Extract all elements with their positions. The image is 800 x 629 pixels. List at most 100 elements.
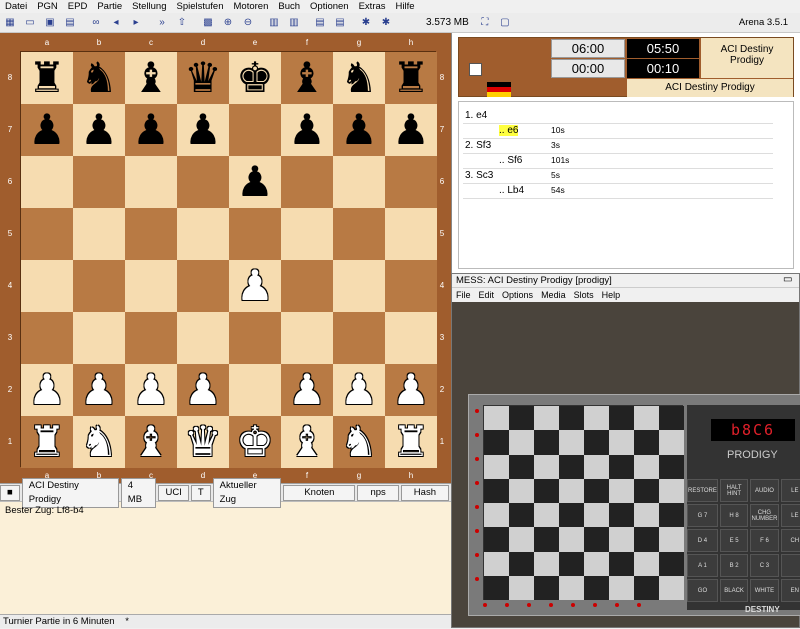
square-b7[interactable]: ♟ <box>73 104 125 156</box>
white-knight-icon[interactable]: ♞ <box>80 421 118 463</box>
move-row[interactable]: .. e6 10s <box>463 125 773 139</box>
device-square[interactable] <box>534 454 559 479</box>
device-key[interactable] <box>780 554 800 577</box>
square-h8[interactable]: ♜ <box>385 52 437 104</box>
device-square[interactable] <box>584 551 609 577</box>
square-g8[interactable]: ♞ <box>333 52 385 104</box>
device-square[interactable] <box>534 478 559 504</box>
square-e7[interactable] <box>229 104 281 156</box>
menu-pgn[interactable]: PGN <box>32 0 63 13</box>
device-square[interactable] <box>634 478 659 504</box>
square-b8[interactable]: ♞ <box>73 52 125 104</box>
device-square[interactable] <box>634 551 659 577</box>
device-key[interactable]: C 3 <box>750 554 779 577</box>
device-square[interactable] <box>634 503 659 528</box>
mess-menu-help[interactable]: Help <box>598 288 625 302</box>
menu-hilfe[interactable]: Hilfe <box>391 0 420 13</box>
epd2-icon[interactable]: ▤ <box>332 16 348 30</box>
white-pawn-icon[interactable]: ♟ <box>132 369 170 411</box>
device-key[interactable]: LE <box>780 479 800 502</box>
device-key[interactable]: D 4 <box>687 529 718 552</box>
device-key[interactable]: CHG NUMBER <box>750 504 779 527</box>
white-rook-icon[interactable]: ♜ <box>28 421 66 463</box>
square-c6[interactable] <box>125 156 177 208</box>
white-bishop-icon[interactable]: ♝ <box>132 421 170 463</box>
menu-epd[interactable]: EPD <box>63 0 93 13</box>
square-c4[interactable] <box>125 260 177 312</box>
square-h3[interactable] <box>385 312 437 364</box>
device-square[interactable] <box>584 478 609 504</box>
square-d5[interactable] <box>177 208 229 260</box>
mess-menu-media[interactable]: Media <box>537 288 570 302</box>
move-row[interactable]: 3. Sc3 5s <box>463 170 773 184</box>
device-square[interactable] <box>509 430 534 455</box>
move-text[interactable]: .. Sf6 <box>499 155 522 166</box>
device-square[interactable] <box>634 454 659 479</box>
black-king-icon[interactable]: ♚ <box>236 57 274 99</box>
mess-menu-file[interactable]: File <box>452 288 475 302</box>
square-b2[interactable]: ♟ <box>73 364 125 416</box>
window-icon[interactable]: ▢ <box>497 16 513 30</box>
move-row[interactable]: 2. Sf3 3s <box>463 140 773 154</box>
square-e5[interactable] <box>229 208 281 260</box>
square-h5[interactable] <box>385 208 437 260</box>
mess-menu-edit[interactable]: Edit <box>475 288 499 302</box>
device-square[interactable] <box>559 406 584 431</box>
device-key[interactable]: A 1 <box>687 554 718 577</box>
menu-extras[interactable]: Extras <box>354 0 391 13</box>
square-d3[interactable] <box>177 312 229 364</box>
white-bishop-icon[interactable]: ♝ <box>288 421 326 463</box>
black-rook-icon[interactable]: ♜ <box>392 57 430 99</box>
device-square[interactable] <box>484 454 509 479</box>
square-f4[interactable] <box>281 260 333 312</box>
square-a8[interactable]: ♜ <box>21 52 73 104</box>
engine-icon[interactable]: ✱ <box>358 16 374 30</box>
device-square[interactable] <box>584 503 609 528</box>
move-list[interactable]: 1. e4 .. e6 10s 2. Sf3 3s .. Sf6 101s 3. Sc3 5s.… <box>458 101 794 269</box>
device-key[interactable]: F 6 <box>750 529 779 552</box>
device-square[interactable] <box>559 503 584 528</box>
device-key[interactable]: LE <box>780 504 800 527</box>
device-square[interactable] <box>634 406 659 431</box>
black-pawn-icon[interactable]: ♟ <box>392 109 430 151</box>
device-square[interactable] <box>484 430 509 455</box>
device-square[interactable] <box>584 406 609 431</box>
device-square[interactable] <box>559 454 584 479</box>
white-king-icon[interactable]: ♚ <box>236 421 274 463</box>
square-f5[interactable] <box>281 208 333 260</box>
square-b4[interactable] <box>73 260 125 312</box>
new-game-icon[interactable]: ▦ <box>2 16 18 30</box>
square-e2[interactable] <box>229 364 281 416</box>
device-square[interactable] <box>484 576 509 601</box>
device-key[interactable]: CH <box>780 529 800 552</box>
mess-menu-options[interactable]: Options <box>498 288 537 302</box>
device-square[interactable] <box>659 478 684 504</box>
device-square[interactable] <box>634 430 659 455</box>
device-square[interactable] <box>509 454 534 479</box>
device-key[interactable]: E 5 <box>719 529 749 552</box>
device-square[interactable] <box>609 430 634 455</box>
device-square[interactable] <box>509 503 534 528</box>
move-row[interactable]: .. Sf6 101s <box>463 155 773 169</box>
device-key[interactable]: EN <box>780 579 800 602</box>
device-key[interactable]: WHITE <box>750 579 779 602</box>
square-b1[interactable]: ♞ <box>73 416 125 468</box>
white-pawn-icon[interactable]: ♟ <box>184 369 222 411</box>
white-pawn-icon[interactable]: ♟ <box>80 369 118 411</box>
device-square[interactable] <box>634 527 659 552</box>
infinite-analysis-icon[interactable]: ∞ <box>88 16 104 30</box>
device-square[interactable] <box>559 576 584 601</box>
device-square[interactable] <box>559 430 584 455</box>
black-knight-icon[interactable]: ♞ <box>340 57 378 99</box>
device-key[interactable]: AUDIO <box>750 479 779 502</box>
device-square[interactable] <box>484 527 509 552</box>
square-a4[interactable] <box>21 260 73 312</box>
white-pawn-icon[interactable]: ♟ <box>392 369 430 411</box>
device-key[interactable]: HALT HINT <box>719 479 749 502</box>
pgn2-icon[interactable]: ▥ <box>286 16 302 30</box>
square-g6[interactable] <box>333 156 385 208</box>
white-pawn-icon[interactable]: ♟ <box>340 369 378 411</box>
flip-checkbox[interactable] <box>469 63 482 76</box>
device-square[interactable] <box>559 527 584 552</box>
black-pawn-icon[interactable]: ♟ <box>132 109 170 151</box>
